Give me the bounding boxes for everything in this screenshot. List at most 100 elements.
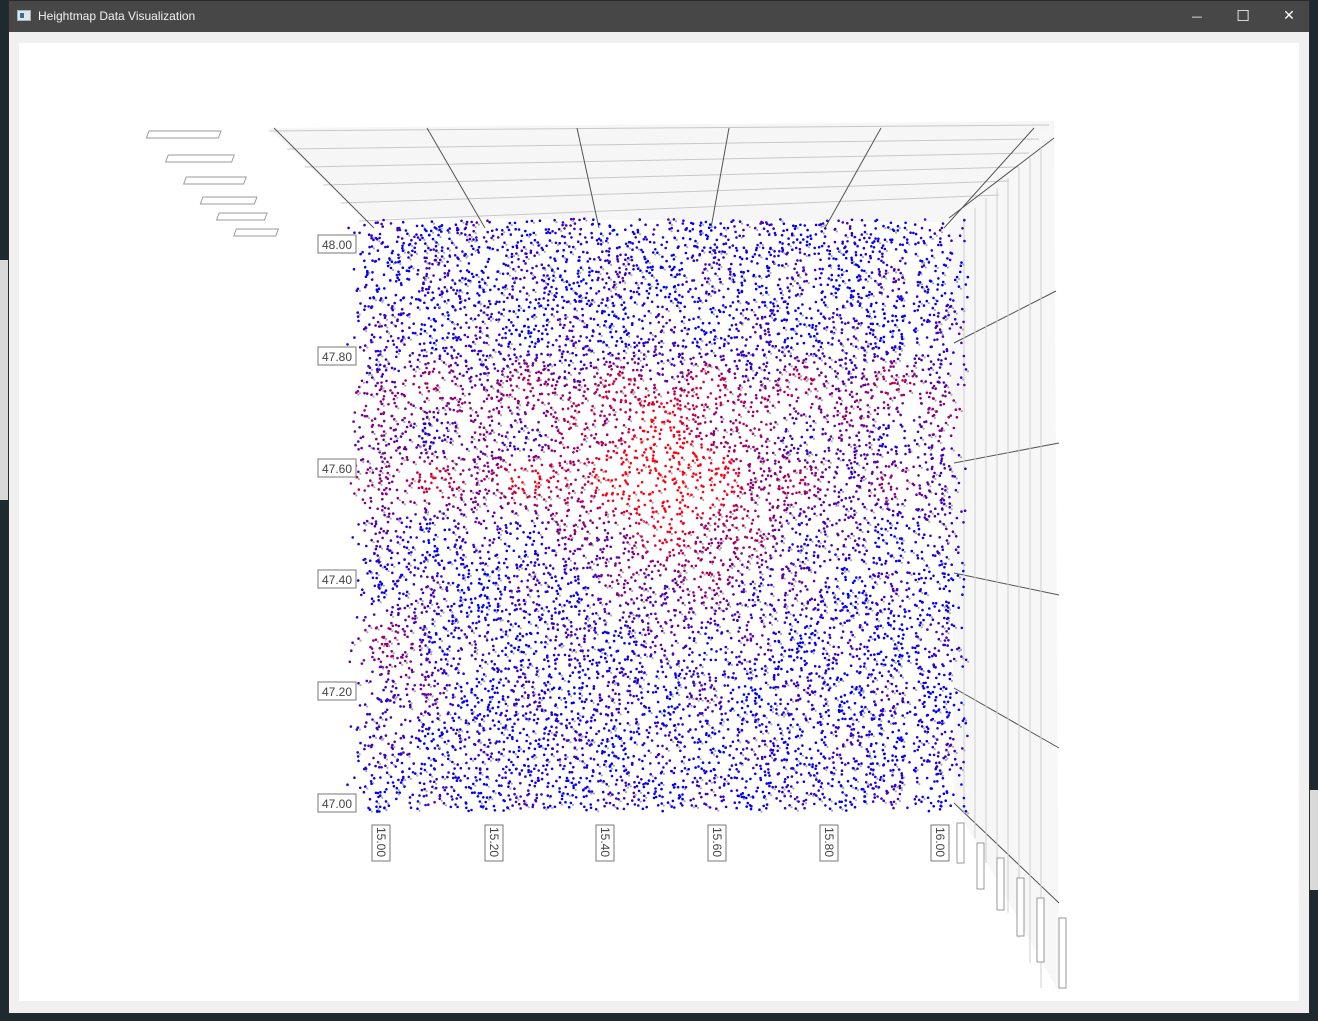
data-point [873, 353, 876, 356]
data-point [522, 286, 525, 289]
data-point [600, 410, 603, 413]
data-point [536, 241, 540, 244]
data-point [435, 249, 438, 252]
data-point [860, 423, 863, 427]
data-point [772, 227, 775, 230]
plot-area[interactable]: 48.00 47.80 47.60 47.40 47.20 47.00 15.00 15.2… [19, 43, 1299, 1001]
data-point [609, 456, 613, 459]
data-point [638, 318, 641, 321]
data-point [547, 447, 551, 450]
data-point [713, 256, 717, 259]
data-point [419, 328, 423, 331]
data-point [922, 319, 926, 322]
data-point [754, 287, 758, 291]
data-point [639, 404, 643, 407]
data-point [555, 416, 558, 420]
data-point [700, 437, 703, 441]
data-point [517, 257, 520, 261]
data-point [819, 258, 822, 262]
data-point-shadow [934, 435, 937, 438]
data-point [778, 278, 781, 281]
data-point [664, 295, 667, 299]
data-point [431, 452, 434, 456]
data-point-shadow [807, 282, 810, 285]
data-point [653, 387, 656, 390]
data-point [560, 278, 564, 282]
data-point [672, 404, 676, 408]
data-point-shadow [956, 280, 959, 283]
data-point [607, 352, 610, 356]
data-point-shadow [774, 262, 777, 265]
data-point [443, 455, 447, 459]
data-point [632, 428, 635, 432]
data-point [508, 293, 512, 296]
data-point [830, 292, 833, 295]
data-point [802, 341, 806, 345]
data-point [364, 275, 368, 278]
data-point [404, 379, 407, 382]
data-point [619, 253, 622, 257]
data-point [485, 326, 489, 330]
data-point [825, 325, 829, 329]
data-point [900, 315, 904, 319]
title-bar[interactable]: Heightmap Data Visualization — ☐ ✕ [9, 1, 1309, 32]
data-point-shadow [420, 393, 424, 396]
data-point [897, 329, 901, 332]
data-point [546, 382, 549, 386]
data-point [443, 438, 447, 442]
data-point [477, 251, 481, 254]
close-button[interactable]: ✕ [1266, 1, 1312, 32]
data-point [765, 405, 769, 408]
data-point-shadow [835, 230, 838, 233]
data-point [554, 259, 557, 262]
data-point [853, 453, 857, 457]
maximize-button[interactable]: ☐ [1220, 1, 1266, 32]
data-point-shadow [612, 325, 615, 328]
data-point [738, 413, 741, 417]
data-point [404, 447, 408, 451]
data-point [749, 405, 753, 409]
data-point-shadow [430, 424, 433, 428]
data-point [609, 373, 612, 377]
3d-scatter-plot[interactable]: 48.0047.8047.6047.4047.2047.00 15.00 15.2… [19, 43, 1299, 1001]
data-point-shadow [686, 246, 689, 249]
data-point [762, 362, 765, 366]
data-point-shadow [673, 378, 676, 381]
minimize-button[interactable]: — [1174, 1, 1220, 32]
data-point [661, 353, 664, 356]
data-point [469, 317, 473, 320]
data-point [628, 383, 631, 386]
data-point [738, 393, 742, 396]
data-point [834, 375, 838, 378]
data-point [605, 239, 608, 243]
data-point [535, 251, 539, 254]
data-point-shadow [601, 241, 605, 244]
data-point-shadow [444, 408, 447, 412]
data-point [626, 316, 630, 319]
data-point [822, 457, 826, 460]
data-point [818, 321, 821, 325]
data-point [703, 246, 706, 249]
data-point [799, 259, 802, 262]
data-point [486, 378, 490, 382]
data-point [404, 430, 408, 434]
data-point [475, 236, 478, 239]
data-point-shadow [875, 385, 879, 388]
data-point [709, 246, 712, 250]
data-point-shadow [918, 445, 921, 448]
data-point [730, 262, 733, 266]
data-point [665, 259, 668, 263]
data-point [964, 368, 968, 371]
data-point [486, 230, 490, 234]
data-point [396, 422, 400, 426]
data-point [737, 398, 740, 402]
data-point [546, 364, 550, 367]
data-point [427, 246, 430, 250]
data-point [581, 367, 584, 371]
data-point [729, 391, 732, 394]
data-point [446, 274, 450, 277]
data-point [520, 373, 523, 376]
data-point [672, 456, 676, 460]
data-point [394, 385, 397, 389]
data-point-shadow [607, 346, 610, 349]
